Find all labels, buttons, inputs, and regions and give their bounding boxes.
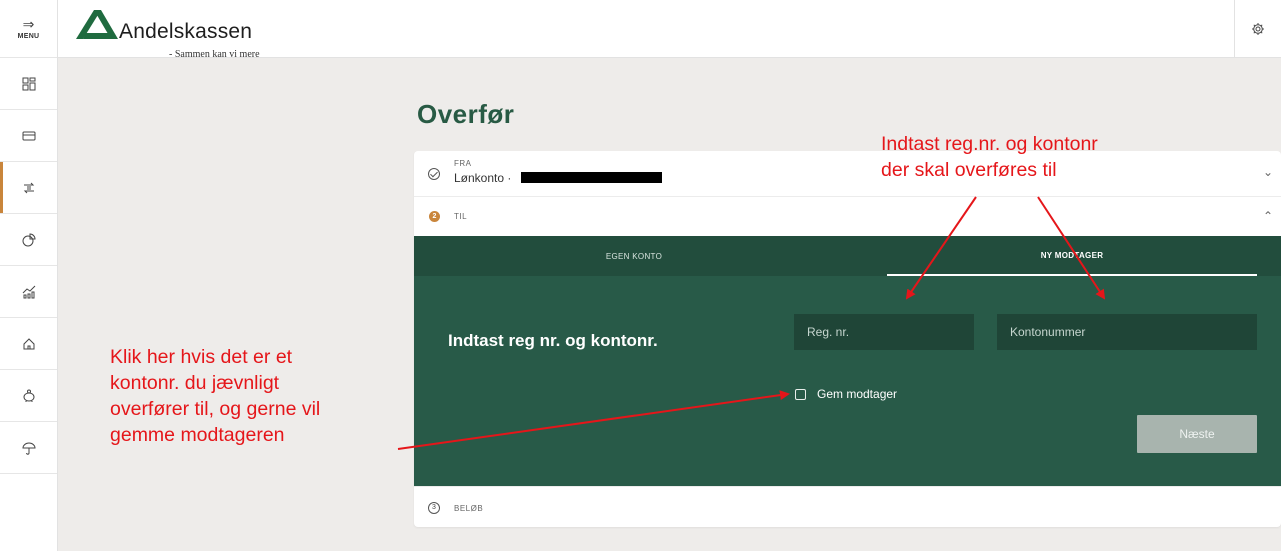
from-label: FRA: [454, 159, 472, 168]
sidebar-item-investments[interactable]: [0, 266, 57, 318]
settings-button[interactable]: [1234, 0, 1281, 58]
pie-chart-icon: [22, 232, 36, 246]
umbrella-icon: [21, 442, 36, 455]
checkbox-box[interactable]: [795, 388, 806, 400]
sidebar-item-insurance[interactable]: [0, 422, 57, 474]
annotation-line: Indtast reg.nr. og kontonr: [881, 133, 1098, 155]
page-title: Overfør: [417, 99, 515, 129]
annotation-right: Indtast reg.nr. og kontonr der skal over…: [881, 131, 1098, 183]
to-step-row[interactable]: 2 TIL ⌃: [414, 197, 1281, 235]
piggy-bank-icon: [23, 389, 34, 402]
annotation-line: gemme modtageren: [110, 424, 285, 446]
sidebar-item-budget[interactable]: [0, 214, 57, 266]
tab-own-account[interactable]: EGEN KONTO: [414, 236, 854, 276]
transfer-icon: [23, 182, 34, 193]
chevron-down-icon[interactable]: ⌄: [1263, 165, 1273, 179]
brand-tagline: - Sammen kan vi mere: [169, 49, 260, 60]
redacted-account-number: [521, 172, 662, 183]
annotation-left: Klik her hvis det er et kontonr. du jævn…: [110, 344, 320, 448]
brand-name: Andelskassen: [119, 20, 253, 43]
sidebar-item-cards[interactable]: [0, 110, 57, 162]
sidebar-item-savings[interactable]: [0, 370, 57, 422]
save-recipient-checkbox[interactable]: Gem modtager: [795, 387, 897, 401]
home-icon: [23, 337, 34, 349]
annotation-line: der skal overføres til: [881, 159, 1057, 181]
menu-button[interactable]: ⇒ MENU: [0, 0, 57, 58]
amount-label: BELØB: [454, 504, 484, 513]
reg-number-input[interactable]: Reg. nr.: [794, 314, 974, 350]
recipient-panel: EGEN KONTO NY MODTAGER Indtast reg nr. o…: [414, 236, 1281, 486]
sidebar-item-dashboard[interactable]: [0, 58, 57, 110]
recipient-tabs: EGEN KONTO NY MODTAGER: [414, 236, 1281, 276]
sidebar: ⇒ MENU: [0, 0, 58, 551]
amount-step-row[interactable]: 3 BELØB: [414, 486, 1281, 527]
account-number-input[interactable]: Kontonummer: [997, 314, 1257, 350]
dashboard-icon: [22, 77, 35, 90]
sidebar-item-home[interactable]: [0, 318, 57, 370]
card-icon: [22, 131, 35, 140]
brand-logo[interactable]: Andelskassen - Sammen kan vi mere: [74, 9, 294, 60]
next-button[interactable]: Næste: [1137, 415, 1257, 453]
recipient-heading: Indtast reg nr. og kontonr.: [448, 331, 658, 350]
step-number-badge: 3: [428, 502, 440, 514]
brand-logo-mark-icon: [76, 10, 118, 39]
to-label: TIL: [454, 212, 468, 221]
step-complete-icon: [428, 168, 440, 180]
annotation-line: overfører til, og gerne vil: [110, 398, 321, 420]
gear-icon: [1252, 23, 1264, 35]
step-number-badge: 2: [429, 211, 440, 222]
annotation-line: Klik her hvis det er et: [110, 346, 293, 368]
from-account-row[interactable]: FRA Lønkonto · ⌄: [414, 151, 1281, 197]
sidebar-item-transfer[interactable]: [0, 162, 57, 214]
menu-arrow-icon: ⇒: [22, 16, 35, 32]
chevron-up-icon[interactable]: ⌃: [1263, 209, 1273, 223]
from-account-name: Lønkonto ·: [454, 171, 512, 185]
tab-new-recipient[interactable]: NY MODTAGER: [887, 236, 1257, 276]
transfer-card: FRA Lønkonto · ⌄ 2 TIL ⌃ EGEN KONTO NY M…: [414, 151, 1281, 527]
menu-label: MENU: [17, 33, 40, 40]
save-recipient-label: Gem modtager: [817, 387, 898, 401]
stats-icon: [22, 285, 35, 298]
top-bar: Andelskassen - Sammen kan vi mere: [58, 0, 1281, 60]
annotation-line: kontonr. du jævnligt: [110, 372, 280, 394]
